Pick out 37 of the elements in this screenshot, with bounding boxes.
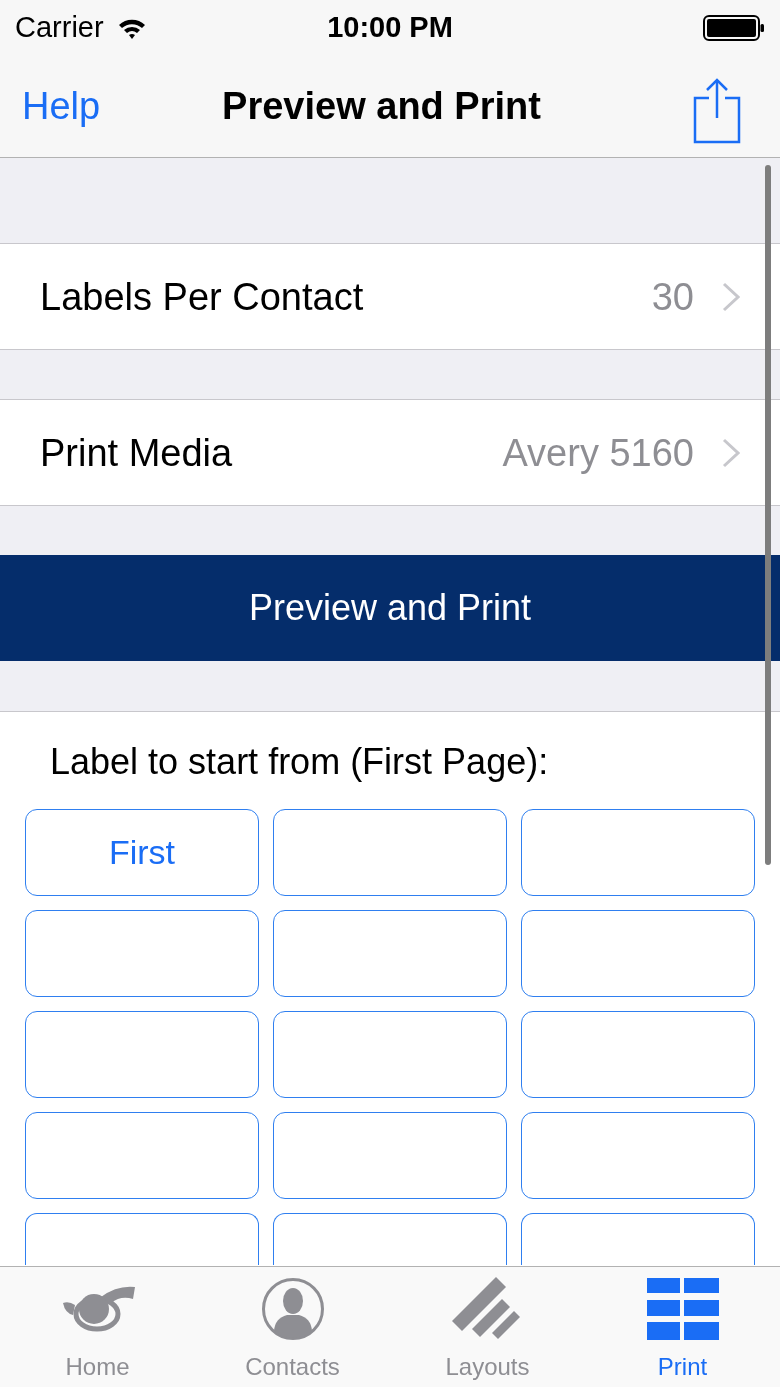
label-slot[interactable]: [273, 1213, 507, 1265]
start-label-heading: Label to start from (First Page):: [49, 740, 550, 783]
share-icon[interactable]: [693, 78, 741, 144]
carrier-name: Carrier: [15, 13, 104, 42]
label-slot[interactable]: [25, 1011, 259, 1098]
help-button[interactable]: Help: [22, 87, 101, 125]
grid-icon: [646, 1278, 719, 1340]
battery-icon: [703, 14, 765, 41]
setting-label: Labels Per Contact: [40, 277, 364, 316]
label-slot[interactable]: [521, 910, 755, 997]
label-slot[interactable]: First: [25, 809, 259, 896]
preview-print-button[interactable]: Preview and Print: [0, 555, 780, 661]
label-slot[interactable]: [25, 1112, 259, 1199]
screen-title: Preview and Print: [222, 87, 541, 125]
label-slot[interactable]: [521, 1011, 755, 1098]
chevron-icon: [722, 437, 740, 468]
label-slot[interactable]: [273, 1011, 507, 1098]
settings-row[interactable]: Labels Per Contact 30: [0, 243, 780, 350]
label-slot[interactable]: [25, 1213, 259, 1265]
person-icon: [260, 1277, 325, 1341]
label-slot[interactable]: [273, 809, 507, 896]
settings-row[interactable]: Print Media Avery 5160: [0, 399, 780, 506]
chevron-icon: [722, 281, 740, 312]
tab-button[interactable]: Home: [0, 1267, 195, 1387]
setting-value: 30: [651, 277, 694, 316]
label-slot[interactable]: [25, 910, 259, 997]
tab-button[interactable]: Print: [585, 1267, 780, 1387]
label-slot[interactable]: [521, 1213, 755, 1265]
tab-button[interactable]: Contacts: [195, 1267, 390, 1387]
setting-label: Print Media: [40, 433, 233, 472]
clock-time: 10:00 PM: [327, 13, 453, 42]
setting-value: Avery 5160: [502, 433, 694, 472]
label-slot[interactable]: [521, 1112, 755, 1199]
tab-button[interactable]: Layouts: [390, 1267, 585, 1387]
label-slot[interactable]: [273, 1112, 507, 1199]
label-slot[interactable]: [521, 809, 755, 896]
label-slot[interactable]: [273, 910, 507, 997]
